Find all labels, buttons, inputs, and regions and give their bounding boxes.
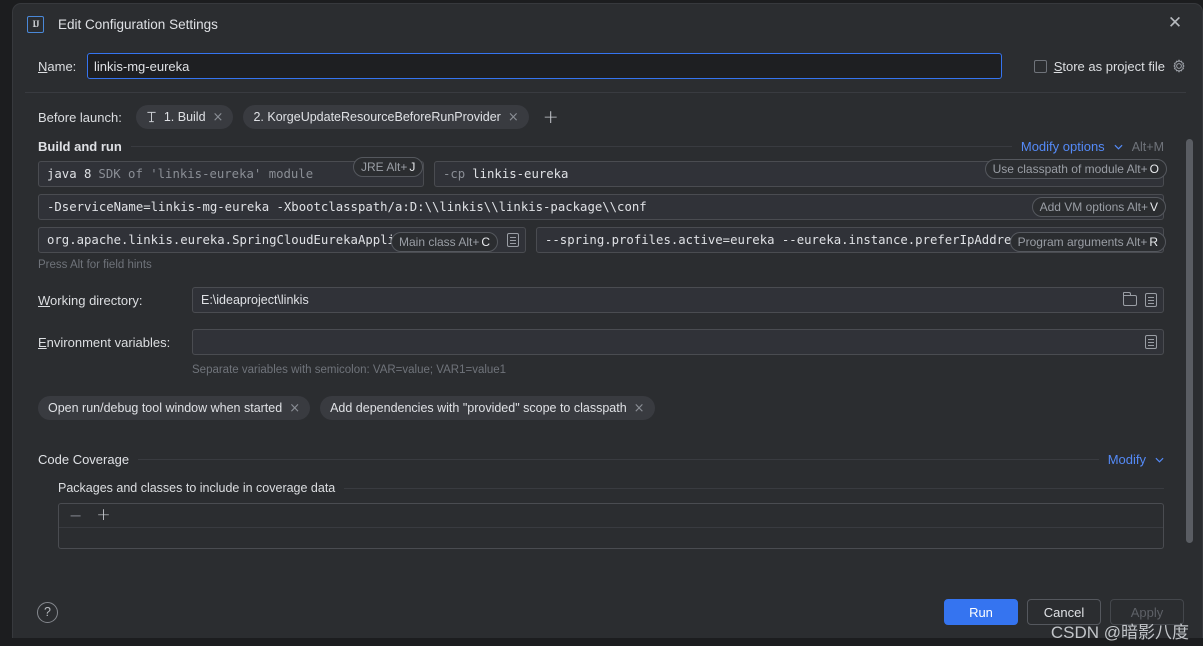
working-directory-value: E:\ideaproject\linkis [201, 293, 309, 307]
before-launch-task-label: 1. Build [163, 110, 206, 124]
option-chip-label: Add dependencies with "provided" scope t… [330, 401, 627, 415]
intellij-idea-logo-icon: IJ [27, 15, 44, 33]
code-coverage-header: Code Coverage Modify [38, 452, 1164, 467]
field-hints-text: Press Alt for field hints [38, 259, 152, 271]
code-coverage-modify-link[interactable]: Modify [1108, 452, 1146, 467]
working-directory-row: Working directory: E:\ideaproject\linkis [38, 287, 1164, 313]
store-as-project-file-row[interactable]: Store as project file [1033, 58, 1186, 74]
code-coverage-title: Code Coverage [38, 452, 130, 467]
minus-icon: − [69, 505, 83, 525]
code-coverage-toolbar: − + [59, 504, 1163, 528]
remove-task-icon[interactable]: × [508, 111, 519, 124]
tooltip-vm-options-shortcut: Add VM options Alt+ V [1031, 197, 1166, 217]
insert-macro-icon[interactable] [507, 233, 519, 247]
name-label: Name: [38, 58, 77, 74]
main-class-value: org.apache.linkis.eureka.SpringCloudEure… [47, 233, 440, 247]
store-as-project-file-checkbox[interactable] [1033, 59, 1047, 73]
apply-button: Apply [1110, 599, 1184, 625]
remove-option-icon[interactable]: × [634, 402, 645, 415]
code-coverage-section: Code Coverage Modify Packages and classe… [38, 452, 1164, 549]
mainclass-progargs-row: org.apache.linkis.eureka.SpringCloudEure… [38, 227, 1164, 253]
store-as-project-file-label: Store as project file [1053, 58, 1165, 74]
classpath-value: linkis-eureka [472, 167, 569, 181]
option-chip-open-run-debug-tool-window[interactable]: Open run/debug tool window when started … [38, 396, 311, 420]
build-hammer-icon [147, 111, 156, 123]
environment-variables-hint: Separate variables with semicolon: VAR=v… [192, 364, 507, 376]
chevron-down-icon[interactable] [1114, 144, 1123, 150]
close-icon[interactable]: ✕ [1164, 13, 1186, 35]
jre-hint: SDK of 'linkis-eureka' module [98, 167, 314, 181]
before-launch-label: Before launch: [38, 109, 122, 125]
run-button[interactable]: Run [944, 599, 1018, 625]
before-launch-task-label: 2. KorgeUpdateResourceBeforeRunProvider [253, 110, 501, 124]
edit-configuration-dialog: IJ Edit Configuration Settings ✕ Name: S… [12, 3, 1203, 638]
cancel-button[interactable]: Cancel [1027, 599, 1101, 625]
environment-variables-field-icons [1145, 335, 1157, 349]
environment-variables-field[interactable] [192, 329, 1164, 355]
option-chips-row: Open run/debug tool window when started … [38, 396, 1164, 420]
help-icon[interactable]: ? [37, 601, 58, 623]
settings-scroll-area: Build and run Modify options Alt+M java … [13, 139, 1202, 594]
section-divider [344, 487, 1164, 489]
code-coverage-subtitle: Packages and classes to include in cover… [58, 481, 336, 495]
classpath-prefix: -cp [443, 167, 466, 181]
build-and-run-title: Build and run [38, 139, 122, 154]
environment-variables-label: Environment variables: [38, 334, 171, 350]
tooltip-jre-shortcut: JRE Alt+ J [353, 157, 424, 177]
vm-options-field[interactable]: -DserviceName=linkis-mg-eureka -Xbootcla… [38, 194, 1164, 220]
before-launch-row: Before launch: 1. Build × 2. KorgeUpdate… [13, 93, 1202, 129]
working-directory-field[interactable]: E:\ideaproject\linkis [192, 287, 1164, 313]
dialog-title: Edit Configuration Settings [58, 16, 218, 32]
modify-options-link[interactable]: Modify options [1021, 139, 1105, 154]
configuration-name-input[interactable] [87, 53, 1002, 79]
main-class-field-icons [507, 233, 519, 247]
before-launch-task-korge[interactable]: 2. KorgeUpdateResourceBeforeRunProvider … [243, 105, 529, 129]
build-and-run-header: Build and run Modify options Alt+M [38, 139, 1164, 154]
option-chip-label: Open run/debug tool window when started [48, 401, 283, 415]
tooltip-program-arguments-shortcut: Program arguments Alt+ R [1009, 232, 1166, 252]
settings-content: Build and run Modify options Alt+M java … [13, 139, 1202, 549]
dialog-footer: ? Run Cancel Apply [13, 586, 1202, 638]
remove-task-icon[interactable]: × [213, 111, 224, 124]
dialog-titlebar: IJ Edit Configuration Settings ✕ [13, 4, 1202, 44]
code-coverage-patterns-list[interactable]: − + [58, 503, 1164, 549]
option-chip-add-provided-dependencies[interactable]: Add dependencies with "provided" scope t… [320, 396, 655, 420]
working-directory-label: Working directory: [38, 292, 143, 308]
tooltip-classpath-shortcut: Use classpath of module Alt+ O [984, 159, 1167, 179]
remove-option-icon[interactable]: × [289, 402, 300, 415]
jre-value: java 8 [47, 167, 92, 181]
code-coverage-subsection-header: Packages and classes to include in cover… [58, 481, 1164, 495]
add-before-launch-task-icon[interactable]: + [543, 107, 559, 127]
section-divider [138, 459, 1099, 460]
name-row: Name: Store as project file [13, 44, 1202, 82]
plus-icon[interactable]: + [96, 507, 110, 524]
gear-icon[interactable] [1172, 59, 1186, 73]
before-launch-task-build[interactable]: 1. Build × [135, 105, 234, 129]
chevron-down-icon[interactable] [1155, 457, 1164, 463]
folder-icon[interactable] [1122, 291, 1137, 306]
working-directory-field-icons [1122, 291, 1157, 307]
tooltip-main-class-shortcut: Main class Alt+ C [391, 232, 499, 252]
environment-variables-row: Environment variables: [38, 329, 1164, 355]
modify-options-shortcut: Alt+M [1131, 139, 1164, 154]
program-arguments-value: --spring.profiles.active=eureka --eureka… [545, 233, 1064, 247]
vm-options-value: -DserviceName=linkis-mg-eureka -Xbootcla… [47, 200, 647, 214]
insert-macro-icon[interactable] [1145, 293, 1157, 307]
insert-macro-icon[interactable] [1145, 335, 1157, 349]
section-divider [130, 146, 1012, 147]
